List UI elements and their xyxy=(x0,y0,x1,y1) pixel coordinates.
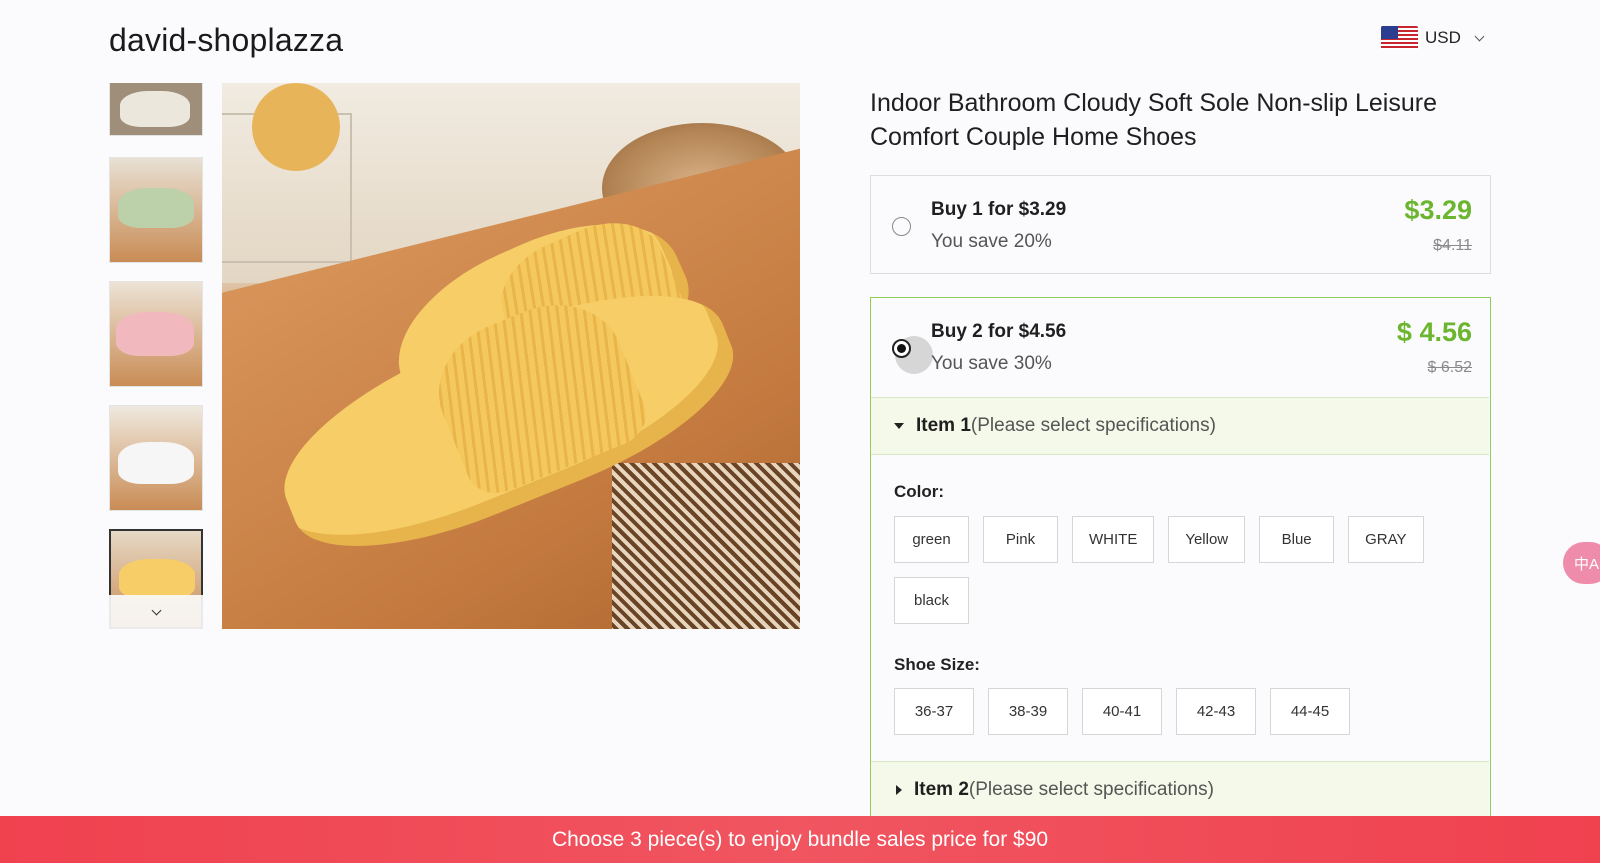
size-option-40-41[interactable]: 40-41 xyxy=(1082,688,1162,735)
shoe-size-label: Shoe Size: xyxy=(894,655,980,674)
item-1-hint: (Please select specifications) xyxy=(970,415,1216,436)
bundle-1-label: Buy 1 for $3.29 xyxy=(931,199,1067,220)
bundle-2-savings: You save 30% xyxy=(931,353,1052,374)
bundle-1-original-price: $4.11 xyxy=(1433,237,1472,254)
bundle-2-radio[interactable] xyxy=(892,339,911,358)
item-2-name: Item 2 xyxy=(914,779,969,800)
item-1-toggle[interactable]: Item 1 (Please select specifications) xyxy=(871,397,1489,455)
bundle-1-price: $3.29 xyxy=(1404,195,1472,225)
bundle-option-1[interactable]: Buy 1 for $3.29 You save 20% $3.29 $4.11 xyxy=(870,175,1491,274)
main-product-image[interactable] xyxy=(222,83,800,629)
bundle-1-radio[interactable] xyxy=(892,217,911,236)
item-2-hint: (Please select specifications) xyxy=(968,779,1214,800)
currency-label: USD xyxy=(1425,28,1461,47)
store-logo-text[interactable]: david-shoplazza xyxy=(109,22,343,59)
color-option-yellow[interactable]: Yellow xyxy=(1168,516,1246,563)
bundle-2-original-price: $ 6.52 xyxy=(1427,359,1472,376)
bundle-promo-banner[interactable]: Choose 3 piece(s) to enjoy bundle sales … xyxy=(0,816,1600,863)
color-option-gray[interactable]: GRAY xyxy=(1348,516,1424,563)
thumbnail-green[interactable] xyxy=(109,157,203,263)
color-option-black[interactable]: black xyxy=(894,577,969,624)
size-option-44-45[interactable]: 44-45 xyxy=(1270,688,1350,735)
thumbnail-white[interactable] xyxy=(109,405,203,511)
item-1-name: Item 1 xyxy=(916,415,971,436)
size-options: 36-37 38-39 40-41 42-43 44-45 xyxy=(894,688,1454,735)
us-flag-icon xyxy=(1381,26,1418,50)
color-option-blue[interactable]: Blue xyxy=(1259,516,1335,563)
color-option-white[interactable]: WHITE xyxy=(1072,516,1155,563)
size-option-38-39[interactable]: 38-39 xyxy=(988,688,1068,735)
item-2-toggle[interactable]: Item 2 (Please select specifications) xyxy=(871,761,1489,816)
bundle-2-label: Buy 2 for $4.56 xyxy=(931,321,1067,342)
color-option-pink[interactable]: Pink xyxy=(983,516,1058,563)
thumbnail-scroll-down-button[interactable] xyxy=(109,595,203,629)
color-option-green[interactable]: green xyxy=(894,516,969,563)
product-title: Indoor Bathroom Cloudy Soft Sole Non-sli… xyxy=(870,89,1437,151)
bundle-2-price: $ 4.56 xyxy=(1396,317,1472,347)
bundle-1-savings: You save 20% xyxy=(931,231,1052,252)
caret-right-icon xyxy=(896,785,902,795)
thumbnail-beige[interactable] xyxy=(109,83,203,136)
bundle-option-2[interactable]: Buy 2 for $4.56 You save 30% $ 4.56 $ 6.… xyxy=(870,297,1491,817)
thumbnail-strip xyxy=(109,83,203,629)
currency-selector[interactable]: USD xyxy=(1381,26,1485,50)
caret-down-icon xyxy=(894,423,904,429)
translate-widget-button[interactable]: 中A xyxy=(1563,542,1600,584)
color-label: Color: xyxy=(894,482,945,501)
chevron-down-icon xyxy=(1474,31,1485,41)
thumbnail-pink[interactable] xyxy=(109,281,203,387)
color-options: green Pink WHITE Yellow Blue GRAY black xyxy=(894,516,1454,624)
bundle-promo-text: Choose 3 piece(s) to enjoy bundle sales … xyxy=(551,827,1049,851)
size-option-42-43[interactable]: 42-43 xyxy=(1176,688,1256,735)
chevron-down-icon xyxy=(151,605,161,615)
size-option-36-37[interactable]: 36-37 xyxy=(894,688,974,735)
translate-icon: 中A xyxy=(1574,555,1600,573)
